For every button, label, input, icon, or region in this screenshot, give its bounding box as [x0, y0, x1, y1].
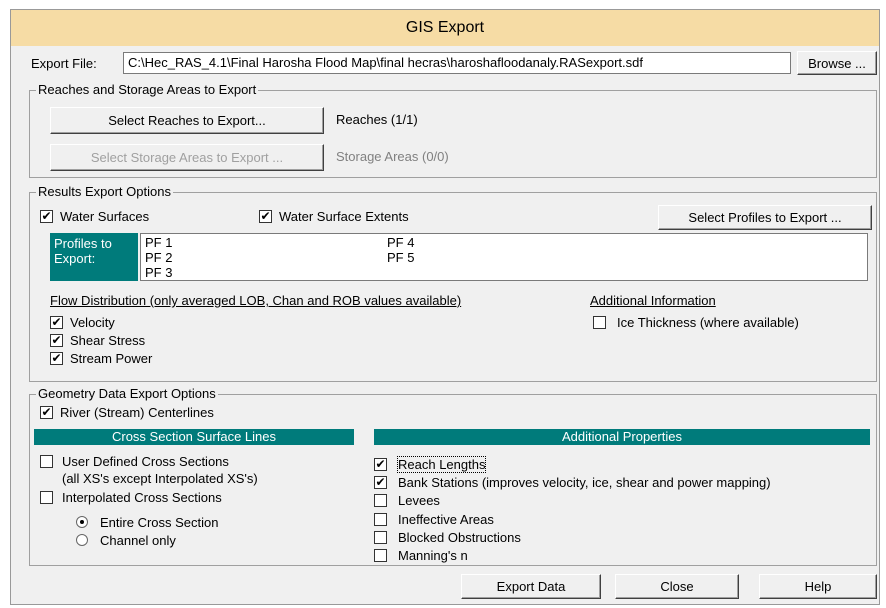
additional-properties-header: Additional Properties	[374, 429, 870, 445]
geometry-legend: Geometry Data Export Options	[36, 386, 218, 401]
centerlines-label: River (Stream) Centerlines	[60, 405, 214, 420]
browse-button[interactable]: Browse ...	[797, 51, 877, 75]
help-button[interactable]: Help	[759, 574, 877, 599]
additional-information-heading: Additional Information	[590, 293, 716, 308]
water-surfaces-label: Water Surfaces	[60, 209, 150, 224]
user-defined-xs-checkbox[interactable]	[40, 455, 53, 468]
profile-item[interactable]: PF 4	[387, 235, 414, 250]
velocity-label: Velocity	[70, 315, 115, 330]
geometry-group: Geometry Data Export Options ✔ River (St…	[29, 386, 877, 566]
select-profiles-button[interactable]: Select Profiles to Export ...	[658, 205, 872, 230]
select-storage-areas-button[interactable]: Select Storage Areas to Export ...	[50, 144, 324, 171]
profile-item[interactable]: PF 3	[145, 265, 172, 280]
window-title: GIS Export	[11, 10, 879, 46]
profile-item[interactable]: PF 1	[145, 235, 172, 250]
mannings-n-label: Manning's n	[398, 548, 468, 563]
profiles-list[interactable]: PF 1 PF 2 PF 3 PF 4 PF 5	[140, 233, 868, 281]
select-reaches-button[interactable]: Select Reaches to Export...	[50, 107, 324, 134]
gis-export-dialog: GIS Export Export File: C:\Hec_RAS_4.1\F…	[10, 9, 880, 605]
water-surfaces-checkbox[interactable]: ✔	[40, 210, 53, 223]
ineffective-areas-checkbox[interactable]	[374, 513, 387, 526]
radio-selected-dot	[80, 520, 84, 524]
profiles-column-2: PF 4 PF 5	[387, 235, 414, 265]
profiles-to-export-label: Profiles to Export:	[50, 233, 138, 281]
bank-stations-checkbox[interactable]: ✔	[374, 476, 387, 489]
mannings-n-checkbox[interactable]	[374, 549, 387, 562]
profile-item[interactable]: PF 2	[145, 250, 172, 265]
channel-only-label: Channel only	[100, 533, 176, 548]
water-surface-extents-checkbox[interactable]: ✔	[259, 210, 272, 223]
reach-lengths-checkbox[interactable]: ✔	[374, 458, 387, 471]
results-legend: Results Export Options	[36, 184, 173, 199]
centerlines-checkbox[interactable]: ✔	[40, 406, 53, 419]
blocked-obstructions-checkbox[interactable]	[374, 531, 387, 544]
user-defined-xs-label: User Defined Cross Sections	[62, 454, 229, 469]
stream-power-checkbox[interactable]: ✔	[50, 352, 63, 365]
reaches-group: Reaches and Storage Areas to Export Sele…	[29, 82, 877, 178]
ice-thickness-label: Ice Thickness (where available)	[617, 315, 799, 330]
close-button[interactable]: Close	[615, 574, 739, 599]
export-file-input[interactable]: C:\Hec_RAS_4.1\Final Harosha Flood Map\f…	[123, 52, 791, 74]
ice-thickness-checkbox[interactable]	[593, 316, 606, 329]
profiles-column-1: PF 1 PF 2 PF 3	[145, 235, 172, 280]
export-data-button[interactable]: Export Data	[461, 574, 601, 599]
flow-distribution-heading: Flow Distribution (only averaged LOB, Ch…	[50, 293, 462, 308]
reaches-status: Reaches (1/1)	[336, 112, 418, 127]
user-defined-xs-note: (all XS's except Interpolated XS's)	[62, 471, 258, 486]
cross-section-surface-lines-header: Cross Section Surface Lines	[34, 429, 354, 445]
entire-cross-section-label: Entire Cross Section	[100, 515, 219, 530]
storage-areas-status: Storage Areas (0/0)	[336, 149, 449, 164]
shear-stress-checkbox[interactable]: ✔	[50, 334, 63, 347]
blocked-obstructions-label: Blocked Obstructions	[398, 530, 521, 545]
profile-item[interactable]: PF 5	[387, 250, 414, 265]
reach-lengths-label: Reach Lengths	[396, 456, 487, 473]
velocity-checkbox[interactable]: ✔	[50, 316, 63, 329]
ineffective-areas-label: Ineffective Areas	[398, 512, 494, 527]
channel-only-radio[interactable]	[76, 534, 88, 546]
entire-cross-section-radio[interactable]	[76, 516, 88, 528]
water-surface-extents-label: Water Surface Extents	[279, 209, 409, 224]
reaches-legend: Reaches and Storage Areas to Export	[36, 82, 259, 97]
export-file-label: Export File:	[31, 56, 97, 71]
levees-checkbox[interactable]	[374, 494, 387, 507]
interpolated-xs-label: Interpolated Cross Sections	[62, 490, 222, 505]
bank-stations-label: Bank Stations (improves velocity, ice, s…	[398, 475, 771, 490]
stream-power-label: Stream Power	[70, 351, 153, 366]
levees-label: Levees	[398, 493, 440, 508]
shear-stress-label: Shear Stress	[70, 333, 146, 348]
results-group: Results Export Options ✔ Water Surfaces …	[29, 184, 877, 382]
interpolated-xs-checkbox[interactable]	[40, 491, 53, 504]
